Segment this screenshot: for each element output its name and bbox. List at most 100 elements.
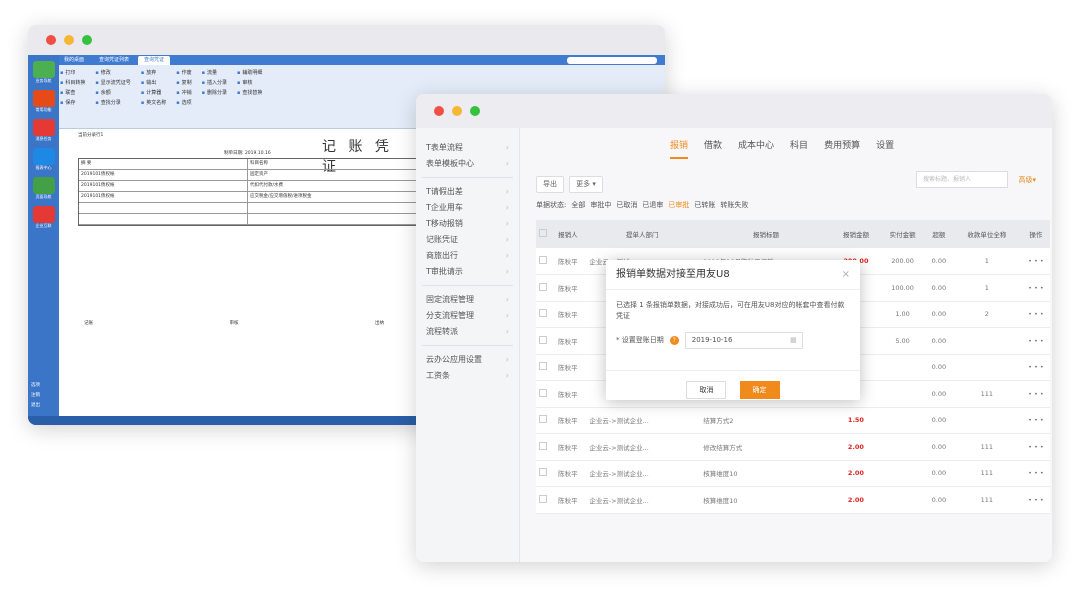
sidebar-nav-item[interactable]: 常用功能 [28,90,59,113]
side-nav-item[interactable]: 固定流程管理 [416,292,519,308]
export-button[interactable]: 导出 [536,176,564,193]
ribbon-button[interactable]: 计算器 [141,89,166,96]
ribbon-button[interactable]: 输出 [141,79,166,86]
voucher-cell[interactable]: 应交税金/应交增值税/进项税金 [248,192,417,202]
tab-3[interactable]: 科目 [790,138,808,159]
filter-option[interactable]: 已取消 [616,200,637,210]
maximize-window-button[interactable] [470,106,480,116]
row-actions[interactable]: • • • [1021,407,1050,434]
voucher-cell[interactable]: 摘 要 [79,159,248,169]
ribbon-button[interactable]: 英文名称 [141,99,166,106]
ribbon-button[interactable]: 冲销 [176,89,192,96]
table-row[interactable]: 陈秋平 企业云->测试企业... 核算维度10 2.00 0.00 111 • • • [536,460,1050,487]
row-checkbox[interactable] [536,354,551,381]
filter-option[interactable]: 已转账 [694,200,715,210]
ribbon-button[interactable]: 作废 [176,69,192,76]
ribbon-button[interactable]: 放弃 [141,69,166,76]
sidebar-nav-item[interactable]: 消息任务 [28,119,59,142]
ribbon-button[interactable]: 打印 [60,69,85,76]
sidebar-bottom-item[interactable]: 退出 [31,401,40,411]
ribbon-button[interactable]: 查找替换 [237,89,262,96]
filter-option[interactable]: 转账失败 [720,200,748,210]
ribbon-button[interactable]: 插入分录 [202,79,227,86]
close-icon[interactable]: × [842,260,850,290]
row-checkbox[interactable] [536,274,551,302]
side-nav-item[interactable]: 工资条 [416,368,519,384]
row-checkbox[interactable] [536,433,551,461]
table-row[interactable]: 陈秋平 企业云->测试企业... 核算维度10 2.00 0.00 111 • • • [536,486,1050,514]
ribbon-button[interactable]: 流量 [202,69,227,76]
row-actions[interactable]: • • • [1021,460,1050,487]
filter-option[interactable]: 全部 [571,200,585,210]
sidebar-nav-item[interactable]: 业务导航 [28,61,59,84]
filter-option[interactable]: 审批中 [590,200,611,210]
help-icon[interactable]: ? [669,336,679,345]
row-actions[interactable]: • • • [1021,327,1050,355]
ribbon-button[interactable]: 复制 [176,79,192,86]
voucher-cell[interactable]: 代扣代付款/水费 [248,181,417,191]
row-actions[interactable]: • • • [1021,486,1050,514]
row-checkbox[interactable] [536,248,551,275]
side-nav-item[interactable]: T审批请示 [416,264,519,280]
side-nav-item[interactable]: T移动报销 [416,216,519,232]
row-checkbox[interactable] [536,380,551,408]
row-actions[interactable]: • • • [1021,248,1050,275]
cancel-button[interactable]: 取消 [686,381,727,399]
close-window-button[interactable] [434,106,444,116]
row-actions[interactable]: • • • [1021,274,1050,302]
filter-option[interactable]: 已退审 [642,200,663,210]
ribbon-button[interactable]: 查找分录 [95,99,130,106]
ribbon-button[interactable]: 科目转换 [60,79,85,86]
voucher-cell[interactable]: 2019101债权帐 [79,170,248,180]
row-checkbox[interactable] [536,301,551,328]
ribbon-button[interactable]: 显示流凭证号 [95,79,131,86]
voucher-cell[interactable] [79,214,248,224]
voucher-cell[interactable]: 2019101债权帐 [79,192,248,202]
table-row[interactable]: 陈秋平 企业云->测试企业... 修改结算方式 2.00 0.00 111 • • • [536,433,1050,461]
ribbon-button[interactable]: 修改 [95,69,130,76]
voucher-cell[interactable]: 2019101债权帐 [79,181,248,191]
advanced-filter-button[interactable]: 高级▾ [1018,175,1036,185]
voucher-cell[interactable]: 固定资产 [248,170,417,180]
table-row[interactable]: 陈秋平 企业云->测试企业... 结算方式2 1.50 0.00 • • • [536,407,1050,434]
close-window-button[interactable] [46,35,56,45]
sidebar-nav-item[interactable]: 报表中心 [28,148,59,171]
ribbon-button[interactable]: 选项 [176,99,192,106]
row-actions[interactable]: • • • [1021,354,1050,381]
search-input[interactable]: 搜索标题、报销人 [916,171,1008,188]
tab-5[interactable]: 设置 [876,138,894,159]
maximize-window-button[interactable] [82,35,92,45]
side-nav-item[interactable]: 云办公应用设置 [416,352,519,368]
side-nav-item[interactable]: 分支流程管理 [416,308,519,324]
tab-0[interactable]: 报销 [670,138,689,159]
search-input[interactable] [567,56,657,64]
side-nav-item[interactable]: T企业用车 [416,200,519,216]
sidebar-nav-item[interactable]: 企业互联 [28,206,59,229]
confirm-button[interactable]: 确定 [739,381,780,399]
row-actions[interactable]: • • • [1021,433,1050,461]
minimize-window-button[interactable] [452,106,462,116]
voucher-cell[interactable]: 科目名称 [248,159,417,169]
row-actions[interactable]: • • • [1021,380,1050,408]
row-actions[interactable]: • • • [1021,301,1050,328]
ribbon-button[interactable]: 保存 [60,99,85,106]
voucher-cell[interactable] [248,203,417,213]
side-nav-item[interactable]: 商旅出行 [416,248,519,264]
select-all-checkbox[interactable] [536,220,551,248]
more-button[interactable]: 更多 ▾ [569,176,603,193]
ribbon-button[interactable]: 联查 [60,89,85,96]
sidebar-nav-item[interactable]: 页面导航 [28,177,59,200]
sidebar-bottom-item[interactable]: 注销 [31,391,40,401]
voucher-cell[interactable] [248,214,417,224]
row-checkbox[interactable] [536,460,551,487]
side-nav-item[interactable]: 表单模板中心 [416,156,519,172]
voucher-cell[interactable] [79,203,248,213]
ribbon-button[interactable]: 余额 [95,89,130,96]
tab-1[interactable]: 查询凭证列表 [93,56,135,65]
ribbon-button[interactable]: 辅助明细 [237,69,262,76]
tab-1[interactable]: 借款 [704,138,722,159]
row-checkbox[interactable] [536,486,551,514]
tab-0[interactable]: 我的桌面 [58,56,90,65]
tab-4[interactable]: 费用预算 [824,138,860,159]
side-nav-item[interactable]: T请假出差 [416,184,519,200]
